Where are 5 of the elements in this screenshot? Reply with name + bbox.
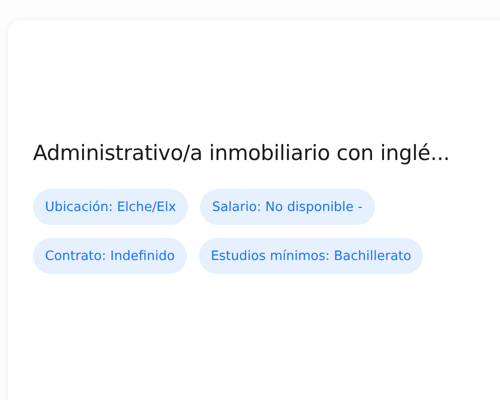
job-tag: Ubicación: Elche/Elx <box>33 189 188 225</box>
job-tag: Estudios mínimos: Bachillerato <box>198 238 424 274</box>
job-tag: Salario: No disponible - <box>200 189 374 225</box>
job-title: Administrativo/a inmobiliario con inglé... <box>33 140 451 167</box>
job-tag: Contrato: Indefinido <box>33 238 187 274</box>
